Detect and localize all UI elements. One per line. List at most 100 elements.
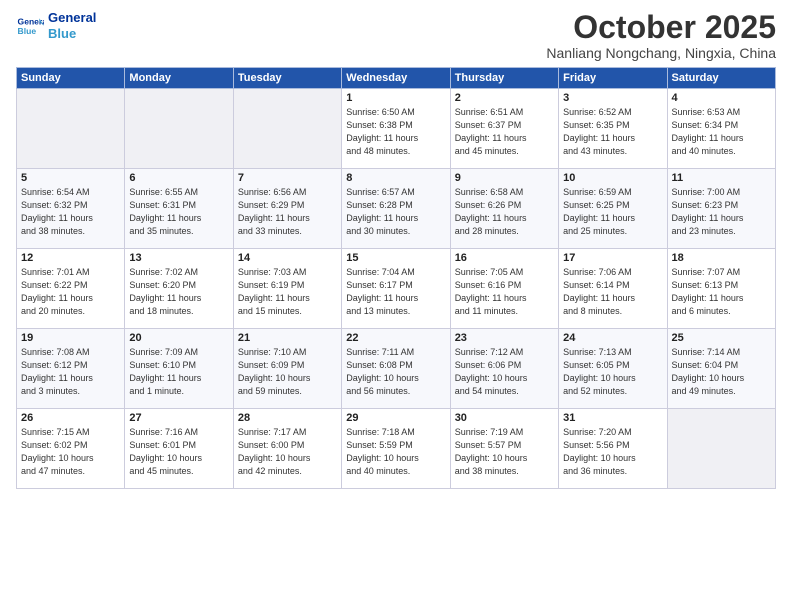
cell-text: Sunrise: 7:05 AM — [455, 266, 554, 279]
day-number: 10 — [563, 172, 662, 184]
day-number: 16 — [455, 252, 554, 264]
cell-text: and 23 minutes. — [672, 225, 771, 238]
cell-text: Sunrise: 7:12 AM — [455, 346, 554, 359]
cell-text: Sunset: 6:00 PM — [238, 439, 337, 452]
week-row-0: 1Sunrise: 6:50 AMSunset: 6:38 PMDaylight… — [17, 89, 776, 169]
cell-text: Daylight: 11 hours — [129, 372, 228, 385]
day-number: 30 — [455, 412, 554, 424]
day-number: 13 — [129, 252, 228, 264]
calendar-cell: 25Sunrise: 7:14 AMSunset: 6:04 PMDayligh… — [667, 329, 775, 409]
cell-text: Sunrise: 6:58 AM — [455, 186, 554, 199]
cell-text: Sunrise: 7:06 AM — [563, 266, 662, 279]
cell-text: Sunrise: 6:55 AM — [129, 186, 228, 199]
day-number: 23 — [455, 332, 554, 344]
day-number: 11 — [672, 172, 771, 184]
calendar-cell: 4Sunrise: 6:53 AMSunset: 6:34 PMDaylight… — [667, 89, 775, 169]
logo-text-blue: Blue — [48, 26, 96, 42]
cell-text: Daylight: 10 hours — [455, 372, 554, 385]
cell-text: Sunset: 6:06 PM — [455, 359, 554, 372]
cell-text: Daylight: 11 hours — [21, 372, 120, 385]
cell-text: Sunset: 6:16 PM — [455, 279, 554, 292]
cell-text: Daylight: 10 hours — [21, 452, 120, 465]
calendar-cell: 3Sunrise: 6:52 AMSunset: 6:35 PMDaylight… — [559, 89, 667, 169]
cell-text: and 6 minutes. — [672, 305, 771, 318]
cell-text: and 25 minutes. — [563, 225, 662, 238]
cell-text: and 15 minutes. — [238, 305, 337, 318]
cell-text: Sunset: 6:19 PM — [238, 279, 337, 292]
cell-text: Daylight: 11 hours — [21, 212, 120, 225]
calendar-cell: 23 Sunrise: 7:12 AMSunset: 6:06 PMDayligh… — [450, 329, 558, 409]
cell-text: and 18 minutes. — [129, 305, 228, 318]
cell-text: Sunrise: 6:54 AM — [21, 186, 120, 199]
cell-text: Daylight: 11 hours — [129, 292, 228, 305]
cell-text: Sunset: 6:29 PM — [238, 199, 337, 212]
title-block: October 2025 Nanliang Nongchang, Ningxia… — [546, 10, 776, 61]
cell-text: Sunset: 5:57 PM — [455, 439, 554, 452]
day-number: 28 — [238, 412, 337, 424]
calendar-cell: 17Sunrise: 7:06 AMSunset: 6:14 PMDayligh… — [559, 249, 667, 329]
header-row: SundayMondayTuesdayWednesdayThursdayFrid… — [17, 68, 776, 89]
calendar-cell: 7Sunrise: 6:56 AMSunset: 6:29 PMDaylight… — [233, 169, 341, 249]
header-cell-monday: Monday — [125, 68, 233, 89]
cell-text: Sunrise: 7:07 AM — [672, 266, 771, 279]
cell-text: Daylight: 11 hours — [672, 132, 771, 145]
cell-text: Daylight: 11 hours — [455, 212, 554, 225]
calendar-cell: 18Sunrise: 7:07 AMSunset: 6:13 PMDayligh… — [667, 249, 775, 329]
cell-text: Sunset: 6:10 PM — [129, 359, 228, 372]
cell-text: and 28 minutes. — [455, 225, 554, 238]
day-number: 9 — [455, 172, 554, 184]
header-cell-friday: Friday — [559, 68, 667, 89]
day-number: 6 — [129, 172, 228, 184]
calendar-cell: 8Sunrise: 6:57 AMSunset: 6:28 PMDaylight… — [342, 169, 450, 249]
calendar-cell — [17, 89, 125, 169]
cell-text: and 48 minutes. — [346, 145, 445, 158]
cell-text: Sunrise: 7:18 AM — [346, 426, 445, 439]
month-title: October 2025 — [546, 10, 776, 45]
cell-text: Sunrise: 7:11 AM — [346, 346, 445, 359]
day-number: 20 — [129, 332, 228, 344]
week-row-3: 19Sunrise: 7:08 AMSunset: 6:12 PMDayligh… — [17, 329, 776, 409]
calendar-cell: 1Sunrise: 6:50 AMSunset: 6:38 PMDaylight… — [342, 89, 450, 169]
cell-text: Sunset: 6:25 PM — [563, 199, 662, 212]
cell-text: and 43 minutes. — [563, 145, 662, 158]
cell-text: Sunrise: 7:08 AM — [21, 346, 120, 359]
cell-text: Daylight: 10 hours — [672, 372, 771, 385]
cell-text: Sunrise: 6:52 AM — [563, 106, 662, 119]
day-number: 2 — [455, 92, 554, 104]
cell-text: Sunrise: 7:16 AM — [129, 426, 228, 439]
cell-text: Sunrise: 6:56 AM — [238, 186, 337, 199]
cell-text: Sunset: 6:01 PM — [129, 439, 228, 452]
calendar-cell: 30Sunrise: 7:19 AMSunset: 5:57 PMDayligh… — [450, 409, 558, 489]
calendar-cell: 2Sunrise: 6:51 AMSunset: 6:37 PMDaylight… — [450, 89, 558, 169]
cell-text: Daylight: 11 hours — [672, 212, 771, 225]
calendar-header: SundayMondayTuesdayWednesdayThursdayFrid… — [17, 68, 776, 89]
cell-text: and 11 minutes. — [455, 305, 554, 318]
calendar-cell: 28Sunrise: 7:17 AMSunset: 6:00 PMDayligh… — [233, 409, 341, 489]
cell-text: Sunrise: 6:51 AM — [455, 106, 554, 119]
header-cell-wednesday: Wednesday — [342, 68, 450, 89]
cell-text: and 36 minutes. — [563, 465, 662, 478]
day-number: 14 — [238, 252, 337, 264]
cell-text: Sunset: 6:22 PM — [21, 279, 120, 292]
cell-text: Sunrise: 7:00 AM — [672, 186, 771, 199]
cell-text: Daylight: 10 hours — [346, 452, 445, 465]
cell-text: and 13 minutes. — [346, 305, 445, 318]
cell-text: Sunrise: 6:50 AM — [346, 106, 445, 119]
cell-text: Sunset: 6:08 PM — [346, 359, 445, 372]
calendar-cell: 14Sunrise: 7:03 AMSunset: 6:19 PMDayligh… — [233, 249, 341, 329]
day-number: 21 — [238, 332, 337, 344]
calendar-cell: 5Sunrise: 6:54 AMSunset: 6:32 PMDaylight… — [17, 169, 125, 249]
cell-text: and 35 minutes. — [129, 225, 228, 238]
cell-text: Sunrise: 7:04 AM — [346, 266, 445, 279]
cell-text: and 20 minutes. — [21, 305, 120, 318]
cell-text: Daylight: 11 hours — [238, 292, 337, 305]
cell-text: Sunrise: 7:13 AM — [563, 346, 662, 359]
calendar-cell: 9Sunrise: 6:58 AMSunset: 6:26 PMDaylight… — [450, 169, 558, 249]
header-cell-sunday: Sunday — [17, 68, 125, 89]
day-number: 3 — [563, 92, 662, 104]
cell-text: Sunrise: 7:20 AM — [563, 426, 662, 439]
day-number: 27 — [129, 412, 228, 424]
cell-text: Sunrise: 7:17 AM — [238, 426, 337, 439]
header-cell-thursday: Thursday — [450, 68, 558, 89]
cell-text: and 42 minutes. — [238, 465, 337, 478]
